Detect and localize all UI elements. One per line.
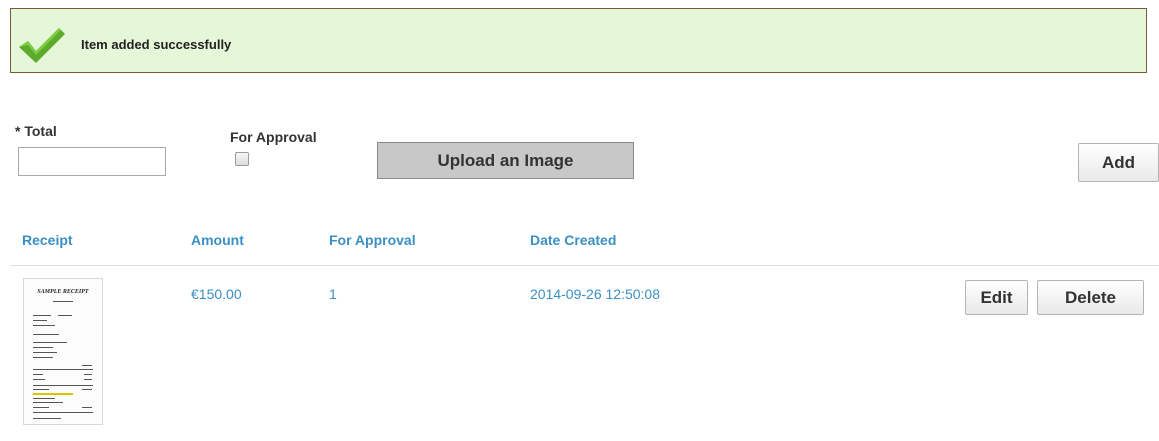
success-banner: Item added successfully — [10, 8, 1147, 73]
receipt-title: SAMPLE RECEIPT — [37, 289, 89, 295]
column-header-date-created: Date Created — [530, 232, 617, 248]
add-button[interactable]: Add — [1078, 143, 1159, 182]
column-header-receipt: Receipt — [22, 232, 73, 248]
date-created-value: 2014-09-26 12:50:08 — [530, 286, 660, 302]
column-header-amount: Amount — [191, 232, 244, 248]
total-label: * Total — [15, 123, 57, 139]
for-approval-value: 1 — [329, 286, 337, 302]
column-header-for-approval: For Approval — [329, 232, 416, 248]
amount-value: €150.00 — [191, 286, 242, 302]
upload-image-button[interactable]: Upload an Image — [377, 142, 634, 179]
edit-button[interactable]: Edit — [965, 280, 1028, 315]
total-input[interactable] — [18, 147, 166, 176]
receipt-thumbnail[interactable]: SAMPLE RECEIPT — [23, 278, 103, 425]
for-approval-checkbox[interactable] — [235, 152, 249, 166]
success-message: Item added successfully — [81, 37, 232, 52]
for-approval-label: For Approval — [230, 129, 317, 145]
delete-button[interactable]: Delete — [1037, 280, 1144, 315]
table-divider — [10, 265, 1159, 266]
check-icon — [19, 28, 65, 63]
